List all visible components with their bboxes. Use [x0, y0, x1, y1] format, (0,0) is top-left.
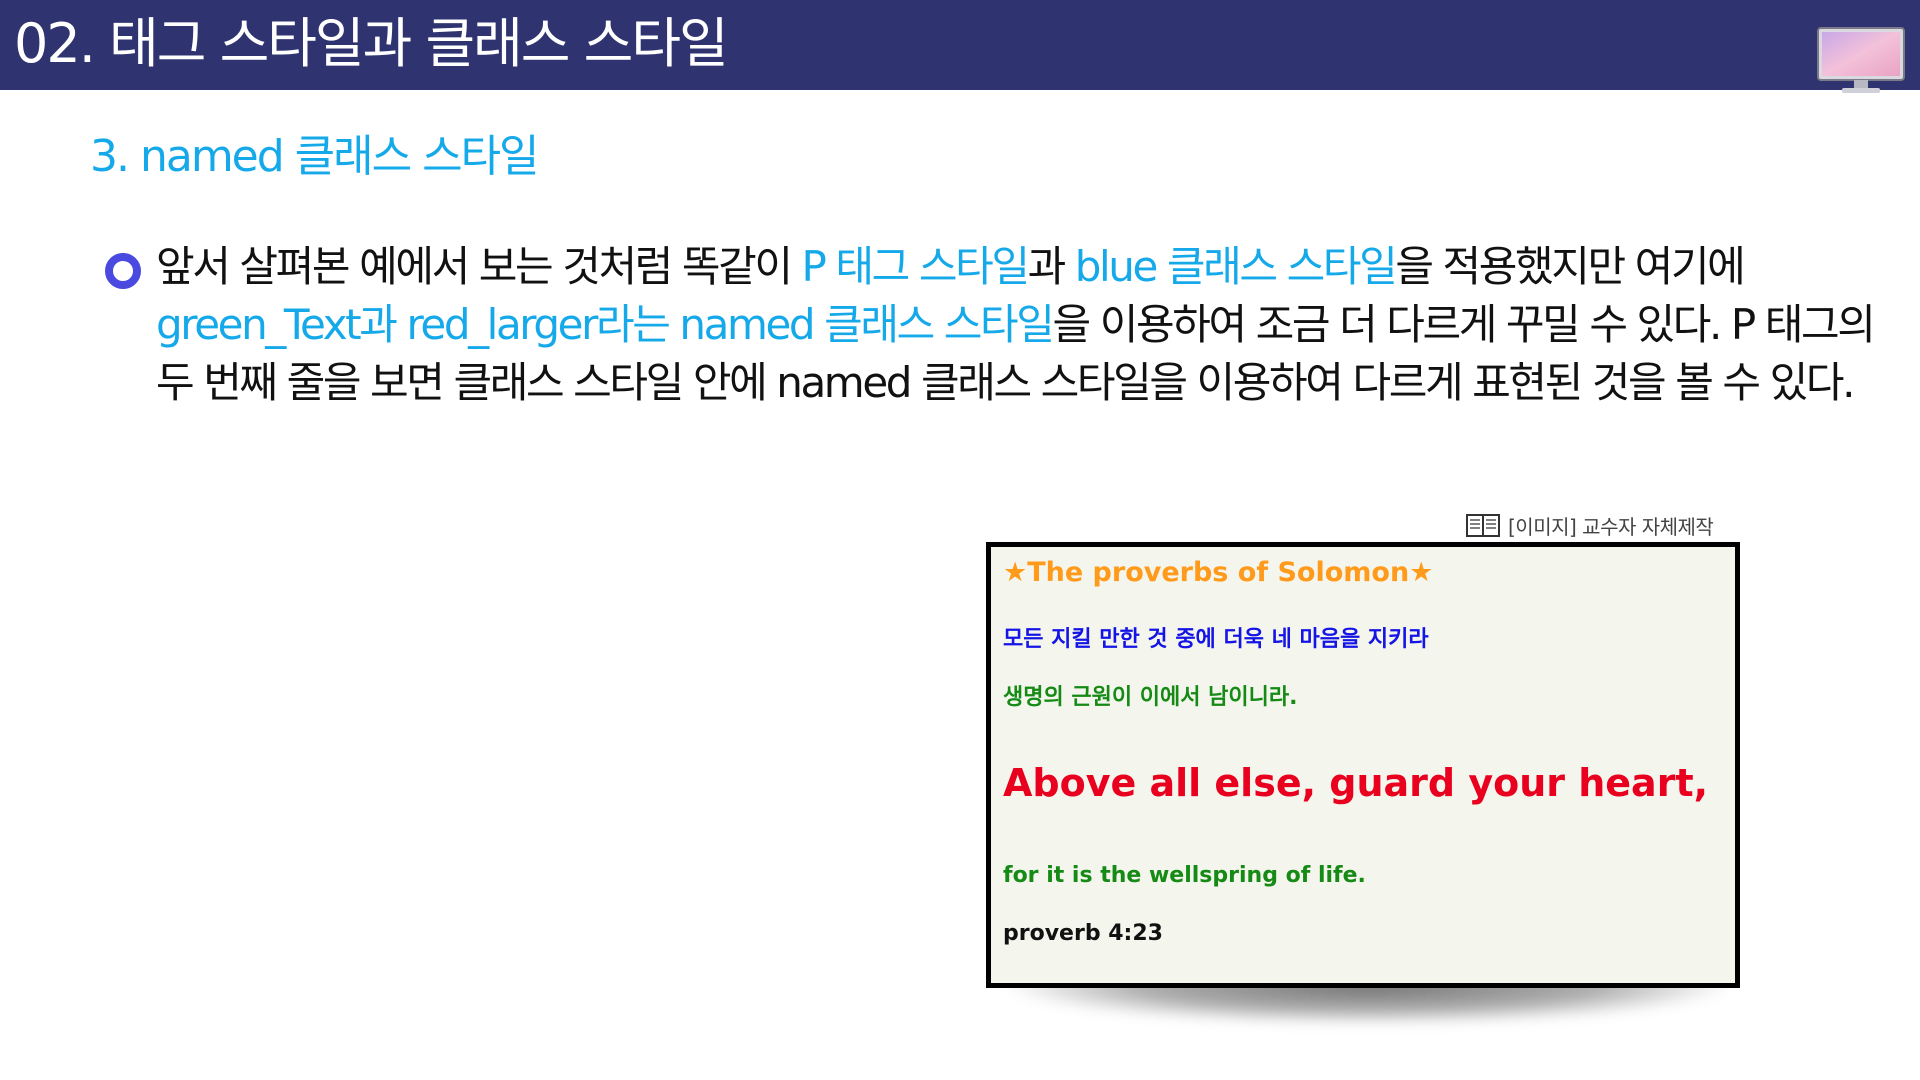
highlight-blue-class-style: blue 클래스 스타일: [1074, 242, 1398, 291]
paragraph-text: 과: [1027, 242, 1075, 291]
caption-text: [이미지] 교수자 자체제작: [1508, 514, 1714, 539]
sample-red-large-line: Above all else, guard your heart,: [1003, 761, 1709, 805]
sample-title-line: ★The proverbs of Solomon★: [1003, 557, 1434, 588]
section-heading: 3. named 클래스 스타일: [90, 131, 540, 182]
header-bar: 02. 태그 스타일과 클래스 스타일: [0, 0, 1920, 93]
sample-green-line: for it is the wellspring of life.: [1003, 863, 1366, 888]
sample-render-frame: ★The proverbs of Solomon★ 모든 지킬 만한 것 중에 …: [986, 542, 1740, 988]
monitor-icon: [1817, 27, 1905, 93]
paragraph-text: 을 적용했지만 여기에: [1395, 242, 1745, 291]
book-icon: [1466, 514, 1500, 537]
page-title: 02. 태그 스타일과 클래스 스타일: [14, 12, 729, 75]
body-paragraph: 앞서 살펴본 예에서 보는 것처럼 똑같이 P 태그 스타일과 blue 클래스…: [156, 238, 1896, 412]
image-caption: [이미지] 교수자 자체제작: [1466, 510, 1714, 540]
paragraph-text: 앞서 살펴본 예에서 보는 것처럼 똑같이: [156, 242, 802, 291]
highlight-p-tag-style: P 태그 스타일: [801, 242, 1030, 291]
sample-citation-line: proverb 4:23: [1003, 921, 1163, 946]
circle-bullet-icon: [105, 253, 141, 289]
highlight-named-class-style: green_Text과 red_larger라는 named 클래스 스타일: [156, 300, 1055, 349]
sample-blue-line: 모든 지킬 만한 것 중에 더욱 네 마음을 지키라: [1003, 627, 1429, 652]
sample-green-line: 생명의 근원이 이에서 남이니라.: [1003, 685, 1298, 710]
